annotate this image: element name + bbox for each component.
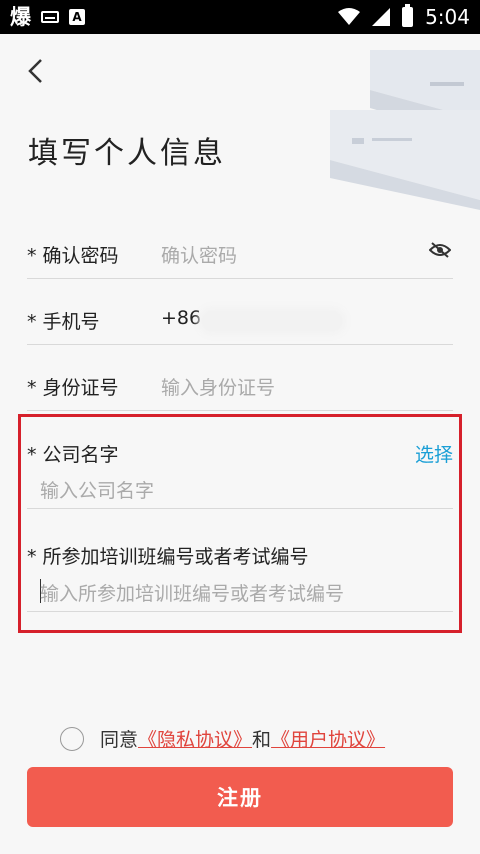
hide-password-icon[interactable] bbox=[429, 242, 451, 258]
phone-input[interactable]: +86 bbox=[161, 307, 201, 329]
confirm-password-input[interactable]: 确认密码 bbox=[161, 241, 237, 268]
decorative-illustration bbox=[330, 50, 480, 210]
id-card-row: * 身份证号 输入身份证号 bbox=[27, 364, 453, 411]
privacy-policy-link[interactable]: 《隐私协议》 bbox=[138, 725, 252, 752]
signal-icon bbox=[372, 8, 391, 26]
status-bar: 爆 A 5:04 bbox=[0, 0, 480, 34]
id-card-input[interactable]: 输入身份证号 bbox=[161, 373, 275, 400]
status-right: 5:04 bbox=[338, 4, 470, 30]
phone-number-redacted bbox=[202, 311, 342, 331]
back-arrow-icon[interactable] bbox=[22, 56, 52, 86]
training-label: * 所参加培训班编号或者考试编号 bbox=[27, 546, 309, 568]
training-input[interactable]: 输入所参加培训班编号或者考试编号 bbox=[40, 579, 344, 606]
confirm-password-row: * 确认密码 确认密码 bbox=[27, 232, 453, 279]
register-button[interactable]: 注册 bbox=[27, 767, 453, 827]
company-block: * 公司名字 选择 输入公司名字 bbox=[27, 440, 453, 509]
battery-icon bbox=[402, 4, 414, 27]
page-title: 填写个人信息 bbox=[28, 136, 226, 171]
company-label: * 公司名字 bbox=[27, 444, 119, 466]
phone-label: * 手机号 bbox=[27, 311, 100, 333]
agreement-row: 同意 《隐私协议》 和 《用户协议》 bbox=[60, 725, 385, 752]
wifi-icon bbox=[338, 8, 361, 25]
company-input[interactable]: 输入公司名字 bbox=[40, 476, 154, 503]
id-card-label: * 身份证号 bbox=[27, 377, 119, 399]
agree-and: 和 bbox=[252, 729, 272, 751]
company-select-button[interactable]: 选择 bbox=[415, 440, 453, 467]
a-notification-icon: A bbox=[69, 9, 85, 25]
user-agreement-link[interactable]: 《用户协议》 bbox=[271, 725, 385, 752]
status-time: 5:04 bbox=[425, 5, 470, 29]
app-notification-icon: 爆 bbox=[10, 5, 31, 29]
status-left: 爆 A bbox=[10, 3, 85, 31]
agree-radio[interactable] bbox=[60, 726, 84, 751]
training-block: * 所参加培训班编号或者考试编号 输入所参加培训班编号或者考试编号 bbox=[27, 542, 453, 612]
agree-prefix: 同意 bbox=[100, 729, 139, 751]
keyboard-icon bbox=[41, 11, 59, 23]
confirm-password-label: * 确认密码 bbox=[27, 245, 119, 267]
